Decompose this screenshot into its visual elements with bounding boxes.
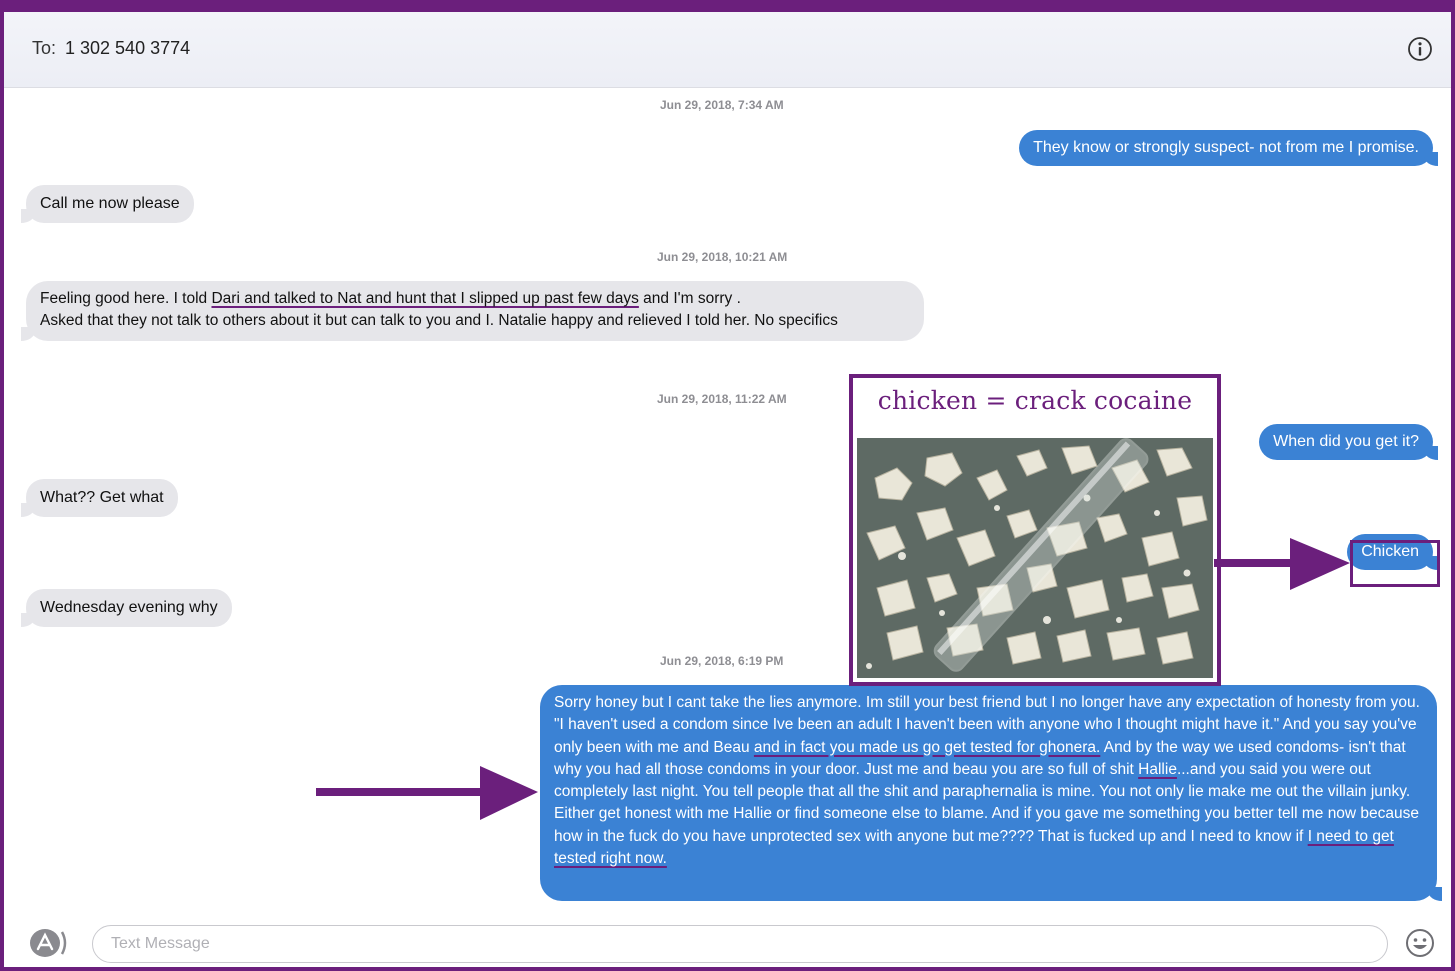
- message-text: Feeling good here. I told: [40, 290, 212, 307]
- outgoing-message[interactable]: They know or strongly suspect- not from …: [1019, 130, 1438, 166]
- message-text: They know or strongly suspect- not from …: [1033, 139, 1419, 156]
- annotation-title: chicken = crack cocaine: [877, 386, 1193, 415]
- info-icon[interactable]: [1407, 36, 1433, 62]
- crack-cocaine-photo: [857, 438, 1213, 678]
- message-text: When did you get it?: [1273, 433, 1419, 450]
- underlined-text: and in fact you made us go get tested fo…: [753, 738, 1101, 756]
- timestamp: Jun 29, 2018, 6:19 PM: [660, 654, 784, 668]
- message-text: Wednesday evening why: [40, 599, 218, 616]
- emoji-icon[interactable]: [1405, 928, 1435, 958]
- message-text: Asked that they not talk to others about…: [40, 312, 838, 330]
- messages-window: To: 1 302 540 3774 Jun 29, 2018, 7:34 AM…: [0, 0, 1455, 971]
- timestamp: Jun 29, 2018, 7:34 AM: [660, 98, 784, 112]
- outgoing-message[interactable]: When did you get it?: [1259, 424, 1438, 460]
- to-label: To:: [32, 38, 57, 58]
- arrow-icon: [316, 766, 538, 820]
- recipient-number[interactable]: 1 302 540 3774: [65, 38, 190, 59]
- message-input[interactable]: [92, 925, 1388, 963]
- incoming-message[interactable]: Feeling good here. I told Dari and talke…: [21, 281, 924, 341]
- incoming-message[interactable]: Wednesday evening why: [21, 589, 232, 627]
- timestamp: Jun 29, 2018, 10:21 AM: [657, 250, 788, 264]
- arrow-icon: [1214, 538, 1350, 590]
- incoming-message[interactable]: Call me now please: [21, 185, 194, 223]
- outgoing-message[interactable]: Sorry honey but I cant take the lies any…: [540, 685, 1442, 901]
- timestamp: Jun 29, 2018, 11:22 AM: [657, 392, 787, 406]
- underlined-text: Dari and talked to Nat and hunt that I s…: [211, 290, 639, 307]
- conversation-header: To: 1 302 540 3774: [4, 12, 1451, 88]
- underlined-text: Hallie: [1138, 760, 1177, 778]
- annotation-highlight-box: [1350, 540, 1440, 587]
- message-composer: [4, 923, 1451, 967]
- message-text: and I'm sorry .: [638, 290, 741, 307]
- message-text: Call me now please: [40, 195, 180, 212]
- incoming-message[interactable]: What?? Get what: [21, 479, 178, 517]
- message-text: What?? Get what: [40, 489, 164, 506]
- app-store-icon[interactable]: [26, 926, 70, 960]
- annotation-callout: chicken = crack cocaine: [849, 374, 1221, 686]
